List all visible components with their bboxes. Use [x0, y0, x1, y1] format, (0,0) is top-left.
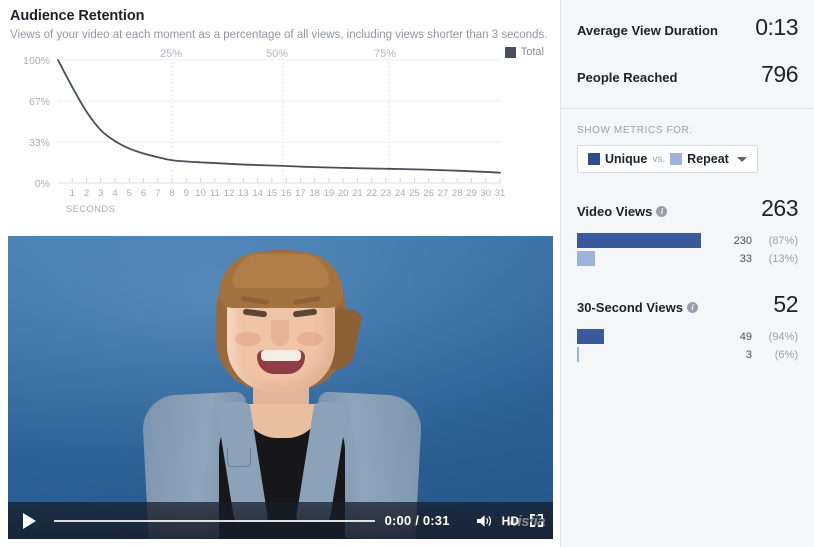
section-title: 30-Second Views: [577, 300, 683, 315]
unique-label: Unique: [605, 152, 648, 166]
retention-curve: [57, 59, 501, 174]
section-30-second-views: 30-Second Views i 52 49 (94%) 3 (6%): [561, 269, 814, 362]
bar-row-repeat: 33 (13%): [577, 251, 798, 266]
progress-track: [54, 519, 375, 522]
bar-repeat: [577, 251, 595, 266]
section-total: 263: [761, 195, 798, 221]
y-tick-67: 67%: [28, 96, 50, 108]
unique-vs-repeat-dropdown[interactable]: Unique vs. Repeat: [577, 145, 758, 173]
play-button[interactable]: [8, 502, 50, 539]
bar-unique: [577, 329, 604, 344]
analytics-page: Audience Retention Views of your video a…: [0, 0, 814, 547]
volume-button[interactable]: [474, 502, 498, 539]
section-title-wrap: Video Views i: [577, 204, 668, 219]
metrics-sidebar: Average View Duration 0:13 People Reache…: [560, 0, 814, 547]
bar-percent: (13%): [768, 252, 798, 265]
bar-repeat: [577, 347, 579, 362]
y-tick-0: 0%: [34, 178, 50, 190]
subject-cheek-left: [234, 332, 261, 346]
retention-panel: Audience Retention Views of your video a…: [0, 0, 560, 547]
quality-button[interactable]: HD: [502, 514, 519, 528]
play-icon: [22, 512, 36, 529]
x-tick-marks: [71, 178, 501, 183]
bar-count: 3: [745, 348, 752, 361]
bar-values: 230 (87%): [720, 235, 798, 247]
bar-unique: [577, 233, 702, 248]
bar-track: [577, 233, 720, 248]
unique-swatch-icon: [588, 153, 600, 165]
bar-track: [577, 329, 720, 344]
subject-hair-part: [232, 254, 329, 288]
fullscreen-icon: [529, 514, 543, 527]
show-metrics-for-caption: SHOW METRICS FOR:: [577, 125, 693, 136]
fullscreen-button[interactable]: [525, 502, 547, 539]
bar-values: 3 (6%): [720, 349, 798, 361]
marker-label-25: 25%: [160, 48, 183, 60]
info-icon[interactable]: i: [686, 302, 698, 313]
section-total: 52: [773, 291, 798, 317]
bar-row-unique: 49 (94%): [577, 329, 798, 344]
video-player[interactable]: 0:00 / 0:31 HD wistia: [8, 236, 553, 539]
video-subject: [101, 236, 461, 539]
x-axis-label: SECONDS: [66, 204, 116, 215]
bar-row-repeat: 3 (6%): [577, 347, 798, 362]
repeat-label: Repeat: [687, 152, 729, 166]
kpi-people-reached: People Reached 796: [577, 61, 798, 88]
time-display: 0:00 / 0:31: [384, 513, 450, 528]
volume-icon: [477, 514, 492, 527]
player-controls: 0:00 / 0:31 HD wistia: [8, 502, 553, 539]
kpi-label: People Reached: [577, 70, 678, 85]
chart-top-markers: 25% 50% 75%: [0, 48, 560, 64]
section-header: Video Views i 263: [577, 195, 798, 222]
chevron-down-icon: [736, 156, 747, 162]
bar-percent: (6%): [774, 348, 798, 361]
section-video-views: Video Views i 263 230 (87%) 33 (13%): [561, 173, 814, 266]
show-metrics-for-group: SHOW METRICS FOR: Unique vs. Repeat: [561, 109, 814, 173]
kpi-value: 796: [761, 61, 798, 87]
subject-cheek-right: [296, 332, 323, 346]
subject-nose: [270, 320, 289, 346]
subject-mouth: [256, 350, 305, 374]
bar-row-unique: 230 (87%): [577, 233, 798, 248]
page-subtitle: Views of your video at each moment as a …: [10, 29, 548, 41]
y-tick-100: 100%: [23, 55, 50, 67]
bar-percent: (87%): [768, 234, 798, 247]
bar-count: 33: [739, 252, 752, 265]
retention-chart: 25% 50% 75% 100% 67% 33% 0% 1 2 3 4 5 6 …: [0, 48, 560, 215]
kpi-label: Average View Duration: [577, 23, 718, 38]
marker-label-75: 75%: [374, 48, 397, 60]
vs-label: vs.: [652, 153, 666, 165]
bar-values: 33 (13%): [720, 253, 798, 265]
bar-count: 230: [733, 234, 752, 247]
marker-label-50: 50%: [266, 48, 289, 60]
panel-header: Audience Retention Views of your video a…: [0, 0, 560, 42]
section-header: 30-Second Views i 52: [577, 291, 798, 318]
section-title: Video Views: [577, 204, 653, 219]
kpi-list: Average View Duration 0:13 People Reache…: [561, 0, 814, 88]
subject-shirt-pocket: [226, 448, 251, 467]
page-title: Audience Retention: [10, 8, 145, 24]
bar-track: [577, 251, 720, 266]
section-title-wrap: 30-Second Views i: [577, 300, 698, 315]
kpi-value: 0:13: [755, 14, 798, 40]
progress-scrubber[interactable]: [54, 502, 375, 539]
bar-track: [577, 347, 720, 362]
bar-count: 49: [739, 330, 752, 343]
repeat-swatch-icon: [670, 153, 683, 165]
y-tick-33: 33%: [28, 137, 50, 149]
x-tick-label: 31: [494, 188, 506, 199]
info-icon[interactable]: i: [656, 206, 668, 217]
kpi-average-view-duration: Average View Duration 0:13: [577, 14, 798, 41]
bar-percent: (94%): [768, 330, 798, 343]
bar-values: 49 (94%): [720, 331, 798, 343]
subject-teeth: [260, 350, 301, 361]
